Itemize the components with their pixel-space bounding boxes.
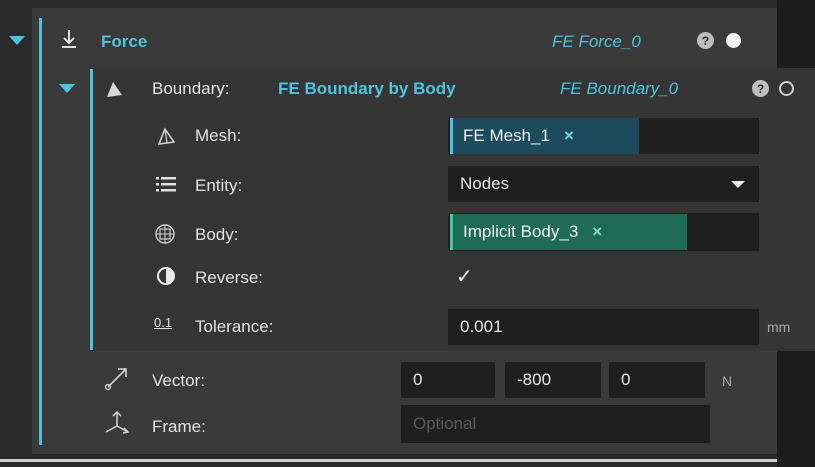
tolerance-unit: mm — [767, 319, 791, 335]
body-chip[interactable]: Implicit Body_3 × — [450, 214, 687, 250]
reverse-checkbox[interactable]: ✓ — [456, 267, 473, 287]
vector-x-input[interactable]: 0 — [401, 362, 495, 398]
force-help-icon[interactable]: ? — [697, 32, 714, 49]
body-chip-label: Implicit Body_3 — [463, 222, 579, 241]
force-label: Force — [101, 32, 148, 51]
tolerance-icon: 0.1 — [154, 315, 173, 330]
vector-y-value: -800 — [517, 370, 552, 389]
frame-input[interactable]: Optional — [401, 405, 710, 443]
vector-z-input[interactable]: 0 — [609, 362, 705, 398]
mesh-icon — [155, 125, 177, 147]
boundary-name: FE Boundary_0 — [560, 79, 679, 98]
entity-label: Entity: — [195, 176, 243, 195]
tolerance-input[interactable]: 0.001 — [448, 309, 759, 345]
force-accent-bar — [39, 18, 42, 445]
entity-select[interactable]: Nodes — [448, 166, 759, 202]
frame-label: Frame: — [152, 417, 206, 436]
body-remove-icon[interactable]: × — [592, 222, 602, 242]
vector-unit: N — [722, 373, 733, 389]
boundary-expand-triangle-icon[interactable] — [59, 84, 75, 93]
entity-select-value: Nodes — [460, 174, 510, 193]
tolerance-input-value: 0.001 — [460, 317, 503, 336]
body-icon — [152, 221, 178, 247]
expand-triangle-icon[interactable] — [9, 36, 25, 45]
force-arrow-icon — [58, 28, 80, 50]
vector-x-value: 0 — [413, 370, 423, 389]
boundary-help-icon[interactable]: ? — [752, 80, 769, 97]
vector-z-value: 0 — [621, 370, 631, 389]
bottom-divider — [0, 459, 777, 462]
body-label: Body: — [195, 225, 239, 244]
frame-placeholder: Optional — [413, 414, 477, 433]
mesh-chip[interactable]: FE Mesh_1 × — [450, 118, 639, 154]
list-icon — [155, 173, 177, 195]
tolerance-label: Tolerance: — [195, 317, 274, 336]
boundary-icon — [103, 78, 125, 100]
vector-icon — [103, 364, 131, 392]
reverse-label: Reverse: — [195, 268, 264, 287]
vector-y-input[interactable]: -800 — [505, 362, 601, 398]
mesh-chip-label: FE Mesh_1 — [463, 126, 550, 145]
boundary-label: Boundary: — [152, 79, 230, 98]
force-name: FE Force_0 — [552, 32, 641, 51]
force-visibility-dot-icon[interactable] — [726, 33, 741, 48]
boundary-type[interactable]: FE Boundary by Body — [278, 80, 456, 97]
chevron-down-icon[interactable] — [731, 181, 745, 188]
boundary-visibility-ring-icon[interactable] — [779, 81, 794, 96]
half-circle-icon — [155, 265, 177, 287]
vector-label: Vector: — [152, 371, 205, 390]
mesh-label: Mesh: — [195, 126, 242, 145]
boundary-accent-bar — [90, 69, 93, 350]
mesh-remove-icon[interactable]: × — [564, 126, 574, 146]
frame-icon — [102, 408, 132, 438]
